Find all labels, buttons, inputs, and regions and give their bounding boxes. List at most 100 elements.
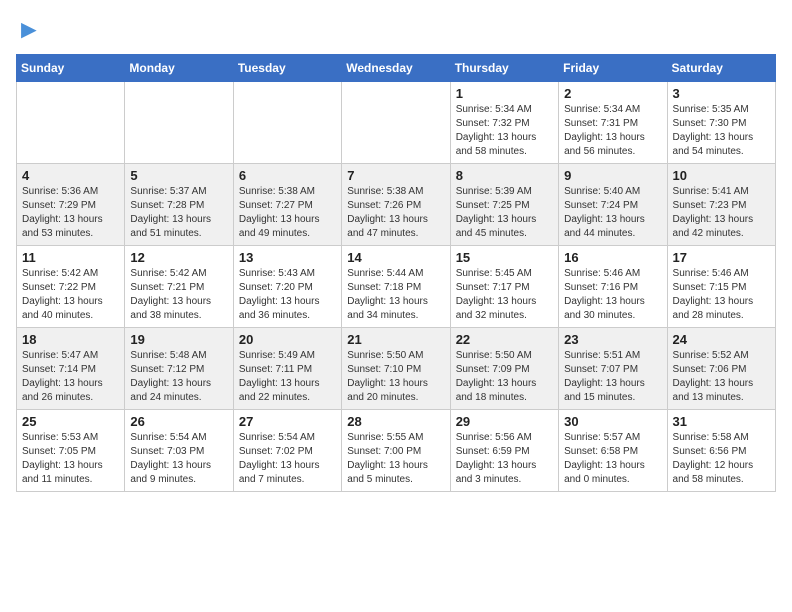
day-header-wednesday: Wednesday <box>342 55 450 82</box>
day-info: Sunrise: 5:38 AM Sunset: 7:26 PM Dayligh… <box>347 185 444 241</box>
day-number: 17 <box>673 250 770 265</box>
day-info: Sunrise: 5:50 AM Sunset: 7:10 PM Dayligh… <box>347 349 444 405</box>
calendar-cell: 22 Sunrise: 5:50 AM Sunset: 7:09 PM Dayli… <box>450 328 558 410</box>
day-info: Sunrise: 5:55 AM Sunset: 7:00 PM Dayligh… <box>347 431 444 487</box>
logo-icon: ► <box>16 16 42 42</box>
day-header-tuesday: Tuesday <box>233 55 341 82</box>
calendar-week-row: 4 Sunrise: 5:36 AM Sunset: 7:29 PM Daylig… <box>17 164 776 246</box>
day-info: Sunrise: 5:34 AM Sunset: 7:32 PM Dayligh… <box>456 103 553 159</box>
calendar-cell: 19 Sunrise: 5:48 AM Sunset: 7:12 PM Dayli… <box>125 328 233 410</box>
day-header-monday: Monday <box>125 55 233 82</box>
day-number: 28 <box>347 414 444 429</box>
day-info: Sunrise: 5:42 AM Sunset: 7:21 PM Dayligh… <box>130 267 227 323</box>
day-number: 4 <box>22 168 119 183</box>
day-info: Sunrise: 5:46 AM Sunset: 7:16 PM Dayligh… <box>564 267 661 323</box>
calendar-cell <box>17 82 125 164</box>
calendar-cell: 3Sunrise: 5:35 AM Sunset: 7:30 PM Daylig… <box>667 82 775 164</box>
day-info: Sunrise: 5:51 AM Sunset: 7:07 PM Dayligh… <box>564 349 661 405</box>
day-info: Sunrise: 5:34 AM Sunset: 7:31 PM Dayligh… <box>564 103 661 159</box>
calendar-cell: 16Sunrise: 5:46 AM Sunset: 7:16 PM Dayli… <box>559 246 667 328</box>
calendar-cell: 27 Sunrise: 5:54 AM Sunset: 7:02 PM Dayli… <box>233 410 341 492</box>
day-number: 22 <box>456 332 553 347</box>
day-info: Sunrise: 5:47 AM Sunset: 7:14 PM Dayligh… <box>22 349 119 405</box>
day-number: 23 <box>564 332 661 347</box>
calendar-cell: 28 Sunrise: 5:55 AM Sunset: 7:00 PM Dayli… <box>342 410 450 492</box>
day-info: Sunrise: 5:58 AM Sunset: 6:56 PM Dayligh… <box>673 431 770 487</box>
calendar-week-row: 18Sunrise: 5:47 AM Sunset: 7:14 PM Dayli… <box>17 328 776 410</box>
calendar-cell: 18Sunrise: 5:47 AM Sunset: 7:14 PM Dayli… <box>17 328 125 410</box>
calendar-week-row: 25Sunrise: 5:53 AM Sunset: 7:05 PM Dayli… <box>17 410 776 492</box>
day-number: 6 <box>239 168 336 183</box>
calendar-cell: 29 Sunrise: 5:56 AM Sunset: 6:59 PM Dayli… <box>450 410 558 492</box>
calendar-cell <box>125 82 233 164</box>
day-info: Sunrise: 5:38 AM Sunset: 7:27 PM Dayligh… <box>239 185 336 241</box>
day-info: Sunrise: 5:35 AM Sunset: 7:30 PM Dayligh… <box>673 103 770 159</box>
day-number: 20 <box>239 332 336 347</box>
day-info: Sunrise: 5:37 AM Sunset: 7:28 PM Dayligh… <box>130 185 227 241</box>
day-info: Sunrise: 5:52 AM Sunset: 7:06 PM Dayligh… <box>673 349 770 405</box>
day-info: Sunrise: 5:50 AM Sunset: 7:09 PM Dayligh… <box>456 349 553 405</box>
day-number: 24 <box>673 332 770 347</box>
day-header-friday: Friday <box>559 55 667 82</box>
day-number: 12 <box>130 250 227 265</box>
day-number: 2 <box>564 86 661 101</box>
day-header-saturday: Saturday <box>667 55 775 82</box>
day-info: Sunrise: 5:48 AM Sunset: 7:12 PM Dayligh… <box>130 349 227 405</box>
day-info: Sunrise: 5:57 AM Sunset: 6:58 PM Dayligh… <box>564 431 661 487</box>
calendar-cell: 12 Sunrise: 5:42 AM Sunset: 7:21 PM Dayli… <box>125 246 233 328</box>
calendar-cell: 1 Sunrise: 5:34 AM Sunset: 7:32 PM Daylig… <box>450 82 558 164</box>
day-number: 5 <box>130 168 227 183</box>
day-info: Sunrise: 5:56 AM Sunset: 6:59 PM Dayligh… <box>456 431 553 487</box>
calendar-cell: 11Sunrise: 5:42 AM Sunset: 7:22 PM Dayli… <box>17 246 125 328</box>
day-number: 14 <box>347 250 444 265</box>
day-info: Sunrise: 5:36 AM Sunset: 7:29 PM Dayligh… <box>22 185 119 241</box>
day-info: Sunrise: 5:45 AM Sunset: 7:17 PM Dayligh… <box>456 267 553 323</box>
day-info: Sunrise: 5:40 AM Sunset: 7:24 PM Dayligh… <box>564 185 661 241</box>
calendar-cell: 13Sunrise: 5:43 AM Sunset: 7:20 PM Dayli… <box>233 246 341 328</box>
calendar-cell <box>233 82 341 164</box>
calendar-cell: 10 Sunrise: 5:41 AM Sunset: 7:23 PM Dayli… <box>667 164 775 246</box>
day-info: Sunrise: 5:54 AM Sunset: 7:03 PM Dayligh… <box>130 431 227 487</box>
day-info: Sunrise: 5:53 AM Sunset: 7:05 PM Dayligh… <box>22 431 119 487</box>
day-number: 31 <box>673 414 770 429</box>
day-number: 9 <box>564 168 661 183</box>
calendar-cell: 4 Sunrise: 5:36 AM Sunset: 7:29 PM Daylig… <box>17 164 125 246</box>
day-number: 10 <box>673 168 770 183</box>
day-number: 27 <box>239 414 336 429</box>
day-number: 15 <box>456 250 553 265</box>
logo: ► <box>16 16 46 42</box>
calendar-cell: 24 Sunrise: 5:52 AM Sunset: 7:06 PM Dayli… <box>667 328 775 410</box>
calendar-cell: 2 Sunrise: 5:34 AM Sunset: 7:31 PM Daylig… <box>559 82 667 164</box>
day-info: Sunrise: 5:42 AM Sunset: 7:22 PM Dayligh… <box>22 267 119 323</box>
day-info: Sunrise: 5:54 AM Sunset: 7:02 PM Dayligh… <box>239 431 336 487</box>
calendar-cell: 8Sunrise: 5:39 AM Sunset: 7:25 PM Daylig… <box>450 164 558 246</box>
day-number: 7 <box>347 168 444 183</box>
calendar-cell: 30 Sunrise: 5:57 AM Sunset: 6:58 PM Dayli… <box>559 410 667 492</box>
day-number: 29 <box>456 414 553 429</box>
day-info: Sunrise: 5:44 AM Sunset: 7:18 PM Dayligh… <box>347 267 444 323</box>
calendar-cell: 14 Sunrise: 5:44 AM Sunset: 7:18 PM Dayli… <box>342 246 450 328</box>
calendar-cell: 17 Sunrise: 5:46 AM Sunset: 7:15 PM Dayli… <box>667 246 775 328</box>
calendar-cell: 31 Sunrise: 5:58 AM Sunset: 6:56 PM Dayli… <box>667 410 775 492</box>
day-info: Sunrise: 5:39 AM Sunset: 7:25 PM Dayligh… <box>456 185 553 241</box>
calendar-cell: 23 Sunrise: 5:51 AM Sunset: 7:07 PM Dayli… <box>559 328 667 410</box>
calendar-week-row: 1 Sunrise: 5:34 AM Sunset: 7:32 PM Daylig… <box>17 82 776 164</box>
day-info: Sunrise: 5:49 AM Sunset: 7:11 PM Dayligh… <box>239 349 336 405</box>
day-number: 30 <box>564 414 661 429</box>
calendar-cell: 20 Sunrise: 5:49 AM Sunset: 7:11 PM Dayli… <box>233 328 341 410</box>
day-info: Sunrise: 5:46 AM Sunset: 7:15 PM Dayligh… <box>673 267 770 323</box>
calendar-cell: 25Sunrise: 5:53 AM Sunset: 7:05 PM Dayli… <box>17 410 125 492</box>
day-info: Sunrise: 5:41 AM Sunset: 7:23 PM Dayligh… <box>673 185 770 241</box>
day-number: 19 <box>130 332 227 347</box>
day-number: 21 <box>347 332 444 347</box>
calendar-cell <box>342 82 450 164</box>
calendar-cell: 5 Sunrise: 5:37 AM Sunset: 7:28 PM Daylig… <box>125 164 233 246</box>
calendar-cell: 15 Sunrise: 5:45 AM Sunset: 7:17 PM Dayli… <box>450 246 558 328</box>
calendar-cell: 9 Sunrise: 5:40 AM Sunset: 7:24 PM Daylig… <box>559 164 667 246</box>
page-header: ► <box>16 16 776 42</box>
day-number: 1 <box>456 86 553 101</box>
day-number: 26 <box>130 414 227 429</box>
calendar-week-row: 11Sunrise: 5:42 AM Sunset: 7:22 PM Dayli… <box>17 246 776 328</box>
calendar-cell: 7 Sunrise: 5:38 AM Sunset: 7:26 PM Daylig… <box>342 164 450 246</box>
calendar-cell: 26 Sunrise: 5:54 AM Sunset: 7:03 PM Dayli… <box>125 410 233 492</box>
